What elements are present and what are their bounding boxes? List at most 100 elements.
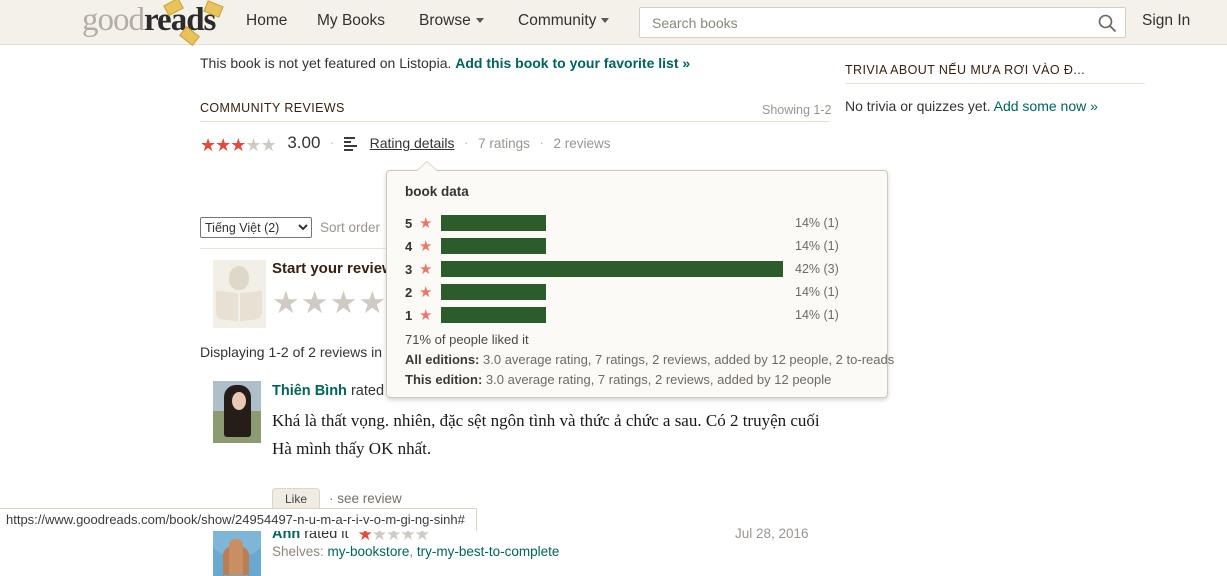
separator-dot: · — [464, 135, 469, 150]
see-review-link[interactable]: · see review — [329, 491, 402, 506]
star-icon: ★ — [419, 284, 433, 301]
rating-details-popup: book data 5 ★ 14% (1) 4 ★ 14% (1) 3 ★ 42… — [386, 162, 894, 398]
star-filled: ★ — [215, 135, 231, 155]
histogram-bar — [441, 307, 546, 323]
popup-title: book data — [405, 184, 469, 199]
sort-order-link[interactable]: Sort order — [320, 220, 380, 235]
shelf-link[interactable]: try-my-best-to-complete — [417, 544, 560, 559]
nav-label-my-books: My Books — [317, 12, 386, 29]
histogram-value-label: 42% (3) — [795, 262, 839, 276]
nav-item-community[interactable]: Community — [518, 12, 610, 30]
rate-star-4[interactable]: ★ — [358, 285, 387, 320]
all-editions-stats: All editions: 3.0 average rating, 7 rati… — [405, 352, 894, 367]
section-divider — [200, 121, 830, 122]
rate-star-1[interactable]: ★ — [272, 285, 301, 320]
separator-dot: · — [539, 135, 544, 150]
star-empty: ★ — [245, 135, 261, 155]
nav-item-home[interactable]: Home — [246, 12, 287, 30]
displaying-reviews-text: Displaying 1-2 of 2 reviews in — [200, 344, 383, 360]
rate-star-3[interactable]: ★ — [330, 285, 359, 320]
average-rating-value: 3.00 — [287, 133, 321, 152]
histogram-bar — [441, 284, 546, 300]
histogram-star-label: 1 — [405, 308, 413, 323]
rating-details-link[interactable]: Rating details — [370, 135, 455, 151]
listopia-notice: This book is not yet featured on Listopi… — [200, 55, 690, 71]
star-icon: ★ — [419, 261, 433, 278]
all-editions-label: All editions: — [405, 352, 480, 367]
trivia-empty-text: No trivia or quizzes yet. — [845, 98, 991, 114]
browser-status-bar: https://www.goodreads.com/book/show/2495… — [0, 508, 477, 531]
average-rating-stars: ★★★★★ — [200, 135, 277, 156]
histogram-row[interactable]: 5 ★ 14% (1) — [405, 213, 875, 236]
avatar[interactable] — [213, 381, 261, 443]
histogram-star-label: 5 — [405, 216, 413, 231]
this-edition-stats: This edition: 3.0 average rating, 7 rati… — [405, 372, 831, 387]
community-reviews-heading: COMMUNITY REVIEWS — [200, 101, 345, 115]
trivia-heading: TRIVIA ABOUT NẾU MƯA RƠI VÀO Đ... — [845, 63, 1085, 77]
review-shelves: Shelves: my-bookstore, try-my-best-to-co… — [272, 544, 560, 559]
default-reader-avatar-icon — [213, 260, 266, 328]
listopia-text: This book is not yet featured on Listopi… — [200, 55, 452, 71]
section-divider — [845, 83, 1145, 84]
histogram-value-label: 14% (1) — [795, 308, 839, 322]
shelf-link[interactable]: my-bookstore — [328, 544, 410, 559]
chevron-down-icon — [601, 18, 610, 23]
nav-item-my-books[interactable]: My Books — [317, 12, 385, 30]
histogram-row[interactable]: 4 ★ 14% (1) — [405, 236, 875, 259]
status-bar-url: https://www.goodreads.com/book/show/2495… — [6, 512, 465, 527]
histogram-row[interactable]: 2 ★ 14% (1) — [405, 282, 875, 305]
this-edition-value: 3.0 average rating, 7 ratings, 2 reviews… — [485, 372, 832, 387]
language-filter-select[interactable]: Tiếng Việt (2) — [200, 217, 312, 238]
star-icon: ★ — [419, 215, 433, 232]
histogram-bar — [441, 215, 546, 231]
this-edition-label: This edition: — [405, 372, 483, 387]
bar-chart-icon[interactable] — [344, 137, 360, 151]
search-box[interactable] — [639, 7, 1126, 38]
site-header: goodreads Home My Books Browse Community… — [0, 0, 1227, 46]
shelves-label: Shelves: — [272, 544, 324, 559]
tooltip-arrow — [417, 162, 437, 171]
nav-label-home: Home — [246, 12, 288, 29]
rating-summary: ★★★★★ 3.00 · Rating details · 7 ratings … — [200, 133, 610, 155]
separator-dot: · — [330, 135, 335, 150]
review-body: Khá là thất vọng. nhiên, đặc sệt ngôn tì… — [272, 411, 820, 458]
showing-count: Showing 1-2 — [762, 103, 832, 117]
ratings-count: 7 ratings — [478, 136, 530, 151]
reviews-count: 2 reviews — [553, 136, 611, 151]
nav-item-browse[interactable]: Browse — [419, 12, 484, 30]
star-icon: ★ — [419, 307, 433, 324]
search-icon[interactable] — [1097, 13, 1117, 33]
chevron-down-icon — [475, 18, 484, 23]
add-trivia-link[interactable]: Add some now » — [994, 98, 1098, 114]
reviewer-name[interactable]: Thiên Bình — [272, 383, 347, 399]
rate-star-2[interactable]: ★ — [301, 285, 330, 320]
sign-in-link[interactable]: Sign In — [1142, 12, 1190, 30]
histogram-row[interactable]: 1 ★ 14% (1) — [405, 305, 875, 328]
histogram-value-label: 14% (1) — [795, 285, 839, 299]
histogram-row[interactable]: 3 ★ 42% (3) — [405, 259, 875, 282]
histogram-bar — [441, 261, 783, 277]
liked-percentage-text: 71% of people liked it — [405, 332, 529, 347]
nav-label-browse: Browse — [419, 12, 471, 29]
search-input[interactable] — [650, 8, 1090, 37]
start-your-review-title: Start your review — [272, 260, 394, 277]
histogram-star-label: 4 — [405, 239, 413, 254]
add-to-favorite-list-link[interactable]: Add this book to your favorite list » — [455, 55, 690, 71]
review-date: Jul 28, 2016 — [735, 526, 809, 541]
star-icon: ★ — [419, 238, 433, 255]
logo-text-good: good — [82, 2, 145, 38]
star-filled: ★ — [200, 135, 216, 155]
histogram-value-label: 14% (1) — [795, 239, 839, 253]
review-header: Thiên Bình rated it — [272, 383, 395, 399]
star-filled: ★ — [230, 135, 246, 155]
rating-histogram-chart: 5 ★ 14% (1) 4 ★ 14% (1) 3 ★ 42% (3) 2 ★ … — [405, 213, 875, 328]
histogram-star-label: 3 — [405, 262, 413, 277]
star-empty: ★ — [260, 135, 277, 155]
nav-label-community: Community — [518, 12, 597, 29]
histogram-star-label: 2 — [405, 285, 413, 300]
all-editions-value: 3.0 average rating, 7 ratings, 2 reviews… — [483, 352, 895, 367]
like-button[interactable]: Like — [272, 488, 320, 510]
trivia-empty-state: No trivia or quizzes yet. Add some now » — [845, 98, 1098, 114]
histogram-value-label: 14% (1) — [795, 216, 839, 230]
histogram-bar — [441, 238, 546, 254]
